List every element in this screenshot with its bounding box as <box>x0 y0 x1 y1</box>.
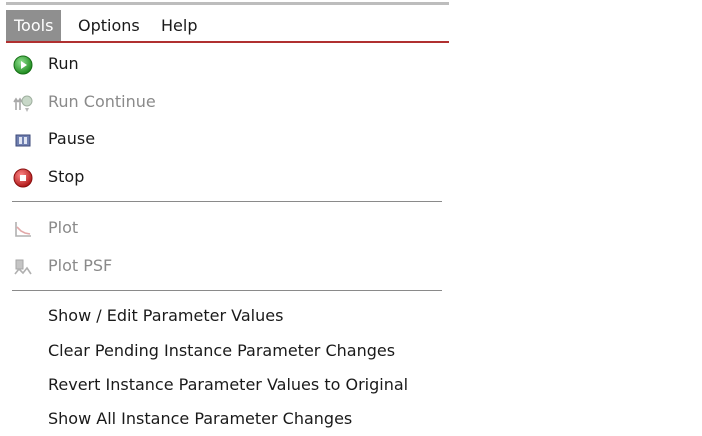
run-icon <box>13 55 33 75</box>
menu-item-show-edit-parameter-values[interactable]: Show / Edit Parameter Values <box>6 300 449 332</box>
run-label: Run <box>48 54 79 73</box>
menu-item-run[interactable]: Run <box>6 48 449 80</box>
menu-separator <box>12 201 442 202</box>
plot-psf-icon <box>13 257 33 277</box>
tools-menu-dropdown: Run Run Continue Pause Stop Plot Plot PS… <box>6 43 449 436</box>
show-all-changes-label: Show All Instance Parameter Changes <box>48 409 353 428</box>
run-continue-label: Run Continue <box>48 92 156 111</box>
menu-options[interactable]: Options <box>70 10 148 41</box>
menu-item-clear-pending-changes[interactable]: Clear Pending Instance Parameter Changes <box>6 335 449 367</box>
menu-item-plot-psf[interactable]: Plot PSF <box>6 250 449 282</box>
revert-parameter-values-label: Revert Instance Parameter Values to Orig… <box>48 375 409 394</box>
menu-item-run-continue[interactable]: Run Continue <box>6 86 449 118</box>
window-top-rule <box>6 2 449 5</box>
menu-help[interactable]: Help <box>153 10 205 41</box>
pause-label: Pause <box>48 129 96 148</box>
stop-label: Stop <box>48 167 85 186</box>
menu-separator <box>12 290 442 291</box>
pause-icon <box>13 130 33 150</box>
show-edit-parameter-values-label: Show / Edit Parameter Values <box>48 306 284 325</box>
stop-icon <box>13 168 33 188</box>
menu-tools[interactable]: Tools <box>6 10 62 41</box>
run-continue-icon <box>13 93 33 113</box>
plot-label: Plot <box>48 218 79 237</box>
menubar: Tools Options Help <box>6 8 449 43</box>
clear-pending-changes-label: Clear Pending Instance Parameter Changes <box>48 341 396 360</box>
menu-item-pause[interactable]: Pause <box>6 123 449 155</box>
menu-item-revert-parameter-values[interactable]: Revert Instance Parameter Values to Orig… <box>6 369 449 401</box>
menu-item-stop[interactable]: Stop <box>6 161 449 193</box>
plot-icon <box>13 219 33 239</box>
menu-item-show-all-changes[interactable]: Show All Instance Parameter Changes <box>6 403 449 435</box>
plot-psf-label: Plot PSF <box>48 256 113 275</box>
menu-item-plot[interactable]: Plot <box>6 212 449 244</box>
